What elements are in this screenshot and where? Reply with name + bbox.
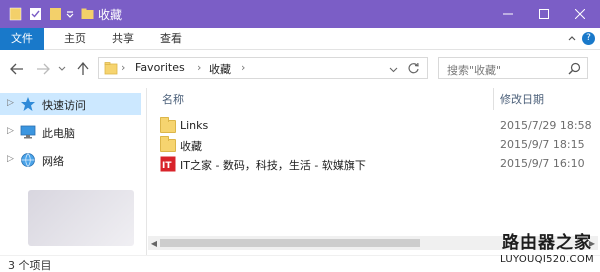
scroll-left-icon[interactable]: ◀ — [148, 237, 160, 249]
address-dropdown-icon[interactable] — [389, 64, 398, 77]
breadcrumb-favorites[interactable]: Favorites — [135, 61, 185, 74]
breadcrumb-separator-icon[interactable]: › — [121, 61, 125, 74]
sidebar-item-label: 网络 — [42, 155, 64, 168]
back-button[interactable] — [8, 60, 26, 78]
column-header-modified[interactable]: 修改日期 — [500, 91, 544, 107]
tab-file[interactable]: 文件 — [0, 28, 44, 50]
file-date: 2015/9/7 16:10 — [500, 157, 585, 170]
web-shortcut-icon: IT — [160, 156, 176, 172]
expand-arrow-icon[interactable]: ▷ — [7, 126, 17, 138]
address-folder-icon — [104, 61, 118, 78]
file-name: IT之家 - 数码，科技，生活 - 软媒旗下 — [180, 159, 366, 172]
folder-icon — [160, 117, 176, 134]
sidebar-item-label: 此电脑 — [42, 127, 75, 140]
search-box[interactable]: 搜索"收藏" — [438, 57, 588, 79]
up-button[interactable] — [74, 60, 92, 78]
title-bar: 收藏 — [0, 0, 600, 28]
svg-text:IT: IT — [162, 161, 172, 171]
scrollbar-thumb[interactable] — [160, 239, 420, 247]
back-arrow-icon — [10, 63, 23, 75]
star-icon — [20, 96, 36, 112]
maximize-button[interactable] — [526, 0, 562, 28]
recent-locations-button[interactable] — [56, 60, 68, 78]
chevron-down-icon — [58, 66, 66, 71]
help-icon[interactable]: ? — [582, 32, 595, 45]
sidebar-item-network[interactable]: ▷ 网络 — [0, 149, 141, 171]
tab-home[interactable]: 主页 — [52, 28, 98, 50]
list-item[interactable]: IT IT之家 - 数码，科技，生活 - 软媒旗下 2015/9/7 16:10 — [158, 154, 588, 174]
folder-icon[interactable] — [8, 6, 22, 22]
column-divider[interactable] — [493, 88, 494, 110]
up-arrow-icon — [77, 62, 89, 75]
column-header-name[interactable]: 名称 — [162, 91, 184, 107]
forward-button[interactable] — [34, 60, 52, 78]
item-count: 3 个项目 — [8, 259, 52, 272]
breadcrumb-current[interactable]: 收藏 — [209, 61, 231, 77]
ribbon-expand-icon[interactable] — [567, 34, 577, 47]
breadcrumb-separator-icon[interactable]: › — [241, 61, 245, 74]
ribbon-tabs: 文件 主页 共享 查看 ? — [0, 28, 600, 50]
minimize-icon — [503, 13, 513, 15]
file-name: 收藏 — [180, 140, 202, 153]
file-date: 2015/7/29 18:58 — [500, 119, 592, 132]
watermark: 路由器之家 LUYOUQI520.COM — [496, 228, 600, 272]
new-folder-icon[interactable] — [48, 6, 62, 22]
window-title: 收藏 — [98, 8, 123, 22]
list-item[interactable]: Links 2015/7/29 18:58 — [158, 116, 592, 136]
sidebar-item-this-pc[interactable]: ▷ 此电脑 — [0, 121, 141, 143]
search-placeholder: 搜索"收藏" — [447, 64, 502, 77]
minimize-button[interactable] — [490, 0, 526, 28]
sidebar-item-label: 快速访问 — [42, 99, 86, 112]
maximize-icon — [539, 9, 549, 19]
address-bar[interactable]: › Favorites › 收藏 › — [98, 57, 428, 79]
watermark-url: LUYOUQI520.COM — [500, 254, 594, 265]
properties-icon[interactable] — [28, 6, 42, 22]
title-folder-icon — [80, 6, 94, 22]
tab-view[interactable]: 查看 — [148, 28, 194, 50]
file-name: Links — [180, 119, 209, 132]
folder-icon — [160, 136, 176, 153]
pane-divider[interactable] — [146, 88, 147, 255]
search-icon[interactable] — [568, 62, 581, 78]
blurred-thumbnail — [28, 190, 134, 246]
network-icon — [20, 152, 36, 168]
sidebar-item-quick-access[interactable]: ▷ 快速访问 — [0, 93, 141, 115]
close-button[interactable] — [562, 0, 598, 28]
quick-access-dropdown-icon[interactable] — [64, 6, 76, 22]
watermark-name: 路由器之家 — [502, 233, 592, 253]
forward-arrow-icon — [37, 63, 50, 75]
list-item[interactable]: 收藏 2015/9/7 18:15 — [158, 135, 588, 155]
computer-icon — [20, 124, 36, 140]
refresh-icon[interactable] — [407, 62, 420, 78]
expand-arrow-icon[interactable]: ▷ — [7, 98, 17, 110]
file-date: 2015/9/7 18:15 — [500, 138, 585, 151]
tab-share[interactable]: 共享 — [100, 28, 146, 50]
expand-arrow-icon[interactable]: ▷ — [7, 154, 17, 166]
breadcrumb-separator-icon[interactable]: › — [197, 61, 201, 74]
navigation-bar: › Favorites › 收藏 › 搜索"收藏" — [0, 50, 600, 88]
close-icon — [575, 9, 585, 19]
